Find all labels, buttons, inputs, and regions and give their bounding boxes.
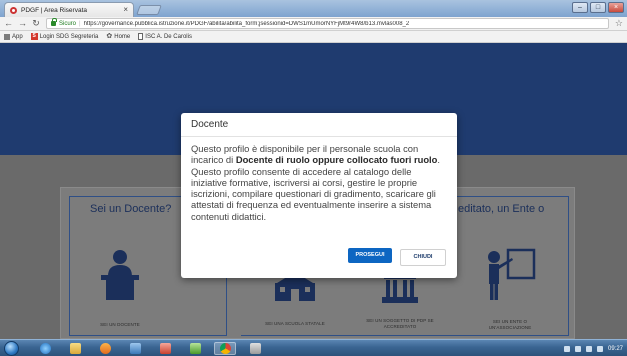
bookmark-label: Home	[114, 33, 131, 40]
address-bar[interactable]: Sicuro | https://governance.pubblica.ist…	[46, 18, 609, 29]
docente-modal: Docente Questo profilo è disponibile per…	[181, 113, 457, 278]
windows-taskbar: 09:27	[0, 339, 627, 356]
bookmark-isc[interactable]: ISC A. De Carolis	[138, 33, 192, 40]
bookmark-login-sdg[interactable]: S Login SDG Segreteria	[30, 33, 99, 40]
card-label: SEI UNA SCUOLA STATALE	[265, 321, 325, 326]
card-label: SEI UN ENTE O UN'ASSOCIAZIONE	[488, 319, 532, 330]
start-button[interactable]	[4, 341, 19, 356]
close-modal-button[interactable]: CHIUDI	[400, 249, 446, 266]
app-window-icon	[129, 343, 141, 354]
minimize-button[interactable]: –	[572, 2, 588, 13]
tray-volume-icon[interactable]	[574, 345, 581, 352]
close-window-button[interactable]: ×	[608, 2, 624, 13]
modal-body: Questo profilo è disponibile per il pers…	[191, 143, 449, 222]
app-network-icon	[189, 343, 201, 354]
other-profiles-title: editato, un Ente o	[458, 203, 545, 215]
url-text: https://governance.pubblica.istruzione.i…	[83, 20, 410, 27]
tab-title: PDGF | Area Riservata	[21, 6, 87, 14]
bookmark-apps[interactable]: App	[4, 33, 23, 40]
internet-explorer-icon	[39, 343, 51, 354]
site-favicon-icon	[10, 6, 17, 14]
apps-grid-icon	[4, 33, 10, 40]
modal-divider	[181, 136, 457, 137]
new-tab-button[interactable]	[136, 5, 162, 15]
sdg-logo-icon: S	[30, 33, 38, 40]
bookmarks-bar: App S Login SDG Segreteria ✿ Home ISC A.…	[0, 31, 627, 43]
close-tab-icon[interactable]: ×	[123, 6, 128, 14]
chrome-icon	[219, 343, 231, 354]
bookmark-star-icon[interactable]: ☆	[615, 19, 623, 28]
back-arrow-icon[interactable]: ←	[4, 19, 13, 28]
card-ente-associazione[interactable]: SEI UN ENTE O UN'ASSOCIAZIONE	[470, 248, 550, 339]
bookmark-label: ISC A. De Carolis	[145, 33, 192, 40]
modal-body-bold: Docente di ruolo oppure collocato fuori …	[235, 154, 438, 166]
reload-icon[interactable]: ↻	[32, 19, 40, 28]
site-gear-icon: ✿	[106, 33, 113, 40]
bookmark-label: App	[12, 33, 23, 40]
card-docente[interactable]: SEI UN DOCENTE	[80, 248, 160, 333]
browser-titlebar: PDGF | Area Riservata × – □ ×	[0, 0, 627, 17]
taskbar-media[interactable]	[94, 342, 116, 355]
tray-battery-icon[interactable]	[596, 345, 603, 352]
maximize-button[interactable]: □	[590, 2, 606, 13]
taskbar-app-5[interactable]	[154, 342, 176, 355]
media-player-icon	[99, 343, 111, 354]
taskbar-app-6[interactable]	[184, 342, 206, 355]
teacher-podium-icon	[101, 250, 139, 300]
document-icon	[138, 33, 144, 40]
url-separator: |	[79, 20, 81, 27]
taskbar-clock[interactable]: 09:27	[608, 346, 623, 352]
modal-title: Docente	[191, 119, 229, 130]
taskbar-ie[interactable]	[34, 342, 56, 355]
app-settings-icon	[249, 343, 261, 354]
tray-flag-icon[interactable]	[585, 345, 592, 352]
taskbar-explorer[interactable]	[64, 342, 86, 355]
taskbar-app-4[interactable]	[124, 342, 146, 355]
taskbar-app-8[interactable]	[244, 342, 266, 355]
address-toolbar: ← → ↻ Sicuro | https://governance.pubbli…	[0, 17, 627, 31]
app-document-icon	[159, 343, 171, 354]
bookmark-home[interactable]: ✿ Home	[106, 33, 130, 40]
system-tray: 09:27	[560, 340, 627, 356]
proceed-button[interactable]: PROSEGUI	[348, 248, 392, 263]
docente-column-title: Sei un Docente?	[90, 203, 172, 215]
presenter-board-icon	[488, 248, 536, 300]
bookmark-label: Login SDG Segreteria	[39, 33, 99, 40]
taskbar-chrome[interactable]	[214, 342, 236, 355]
secure-label: Sicuro	[59, 20, 77, 27]
folder-icon	[69, 343, 81, 354]
card-label: SEI UN DOCENTE	[100, 322, 140, 327]
lock-icon	[51, 18, 57, 26]
window-controls: – □ ×	[572, 2, 624, 13]
forward-arrow-icon[interactable]: →	[18, 19, 27, 28]
browser-tab[interactable]: PDGF | Area Riservata ×	[4, 2, 134, 17]
page-content: Sei un Docente? editato, un Ente o SEI U…	[0, 43, 627, 339]
card-label: SEI UN SOGGETTO DI PDP SE ACCREDITATO	[366, 318, 434, 329]
tray-network-icon[interactable]	[563, 345, 570, 352]
